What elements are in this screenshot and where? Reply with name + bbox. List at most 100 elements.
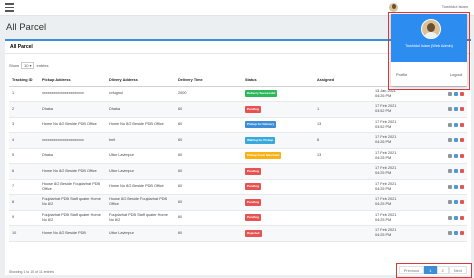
status-cell: Waiting for Pickup	[242, 132, 314, 149]
delivery-address-cell: Dhaka	[106, 101, 175, 118]
assigned-cell	[314, 86, 372, 102]
delivery-time-cell: 60	[175, 210, 242, 226]
delivery-address-cell: Uttor Lavimpur	[106, 225, 175, 242]
view-icon[interactable]	[448, 215, 452, 220]
highlight-box-dropdown	[388, 12, 470, 90]
tracking-id-cell: 2	[9, 101, 39, 118]
top-user-name[interactable]: Towhidul Islam	[442, 4, 468, 9]
delivery-time-cell: 2000	[175, 86, 242, 102]
delivery-address-cell: Home No 8/2 Beside PDB Office	[106, 117, 175, 133]
column-header[interactable]: Assigned	[314, 74, 372, 87]
delete-icon[interactable]	[460, 231, 464, 236]
column-header[interactable]: Dlivery Address	[106, 74, 175, 87]
view-icon[interactable]	[448, 231, 452, 236]
edit-icon[interactable]	[454, 169, 458, 174]
status-cell: Pending	[242, 179, 314, 195]
assigned-cell: 13	[314, 148, 372, 164]
column-header[interactable]: Tracking ID	[9, 74, 39, 87]
actions-cell	[408, 225, 467, 242]
status-badge: Pending	[245, 198, 261, 206]
pickup-address-cell: Home No 8/2 Beside PDB	[39, 225, 106, 242]
delivery-time-cell: 60	[175, 101, 242, 118]
edit-icon[interactable]	[454, 184, 458, 189]
tracking-id-cell: 1	[9, 86, 39, 102]
delete-icon[interactable]	[460, 91, 464, 96]
actions-cell	[408, 179, 467, 195]
edit-icon[interactable]	[454, 91, 458, 96]
delete-icon[interactable]	[460, 122, 464, 127]
view-icon[interactable]	[448, 91, 452, 96]
delete-icon[interactable]	[460, 215, 464, 220]
view-icon[interactable]	[448, 122, 452, 127]
edit-icon[interactable]	[454, 138, 458, 143]
pickup-address-cell: Dhaka	[39, 101, 106, 118]
assigned-cell	[314, 179, 372, 195]
delete-icon[interactable]	[460, 169, 464, 174]
tracking-id-cell: 10	[9, 225, 39, 242]
status-badge: Pending	[245, 105, 261, 113]
status-badge: Pending	[245, 183, 261, 191]
pickup-address-cell: xxxxxxxxxxxxxxxxxxxxxx	[39, 86, 106, 102]
assigned-cell: 13	[314, 117, 372, 133]
table-row: 8 Foujdarhat PDB Staff quater Home No 8/2…	[9, 194, 467, 211]
table-row: 2 Dhaka Dhaka 60 Pending 1 17 Feb 2021 03:52 P…	[9, 101, 467, 118]
edit-icon[interactable]	[454, 122, 458, 127]
column-header[interactable]: Pickup Address	[39, 74, 106, 87]
actions-cell	[408, 117, 467, 133]
actions-cell	[408, 101, 467, 118]
status-cell: Delivery Successful	[242, 86, 314, 102]
view-icon[interactable]	[448, 200, 452, 205]
view-icon[interactable]	[448, 138, 452, 143]
highlight-box-pagination	[396, 263, 472, 278]
card-title: All Parcel	[10, 44, 33, 50]
view-icon[interactable]	[448, 153, 452, 158]
date-cell: 17 Feb 2021 04:25 PM	[372, 194, 408, 211]
delete-icon[interactable]	[460, 153, 464, 158]
edit-icon[interactable]	[454, 153, 458, 158]
edit-icon[interactable]	[454, 215, 458, 220]
delivery-address-cell: cvlugnui	[106, 86, 175, 102]
actions-cell	[408, 148, 467, 164]
date-cell: 17 Feb 2021 04:25 PM	[372, 179, 408, 195]
actions-cell	[408, 132, 467, 149]
delivery-address-cell: Home No 8/2 Beside PDB Office	[106, 179, 175, 195]
status-badge: Pickup for Delivery	[245, 121, 277, 129]
entries-value: 10	[24, 63, 29, 68]
delivery-time-cell: 60	[175, 117, 242, 133]
status-badge: Waiting for Pickup	[245, 136, 276, 144]
view-icon[interactable]	[448, 169, 452, 174]
status-cell: Pickup From Merchant	[242, 148, 314, 164]
edit-icon[interactable]	[454, 107, 458, 112]
assigned-cell	[314, 210, 372, 226]
delete-icon[interactable]	[460, 138, 464, 143]
edit-icon[interactable]	[454, 231, 458, 236]
edit-icon[interactable]	[454, 200, 458, 205]
delivery-address-cell: bnlt	[106, 132, 175, 149]
delivery-time-cell: 60	[175, 179, 242, 195]
pickup-address-cell: Foujdarhat PDB Staff quater Home No 8/2	[39, 210, 106, 226]
assigned-cell: 8	[314, 132, 372, 149]
view-icon[interactable]	[448, 107, 452, 112]
status-badge: Delivery Successful	[245, 90, 278, 98]
view-icon[interactable]	[448, 184, 452, 189]
delivery-time-cell: 60	[175, 132, 242, 149]
hamburger-icon[interactable]	[5, 3, 14, 12]
status-cell: Pending	[242, 194, 314, 211]
page-title: All Parcel	[6, 22, 47, 33]
delete-icon[interactable]	[460, 184, 464, 189]
assigned-cell: 1	[314, 101, 372, 118]
column-header[interactable]: Status	[242, 74, 314, 87]
table-row: 4 xxxxxxxxxxxxxxxxxxxxxx bnlt 60 Waiting for…	[9, 132, 467, 149]
entries-select[interactable]: 10 ▾	[21, 62, 35, 69]
show-entries: Show 10 ▾ entries	[9, 62, 49, 69]
show-label: Show	[9, 63, 20, 68]
table-row: 10 Home No 8/2 Beside PDB Uttor Lavimpur 60…	[9, 225, 467, 242]
delete-icon[interactable]	[460, 107, 464, 112]
column-header[interactable]: Delivery Time	[175, 74, 242, 87]
status-badge: Rejected	[245, 229, 262, 237]
assigned-cell	[314, 163, 372, 180]
parcel-table: Tracking ID Pickup Address Dlivery Addre…	[9, 74, 467, 242]
pickup-address-cell: xxxxxxxxxxxxxxxxxxxxxx	[39, 132, 106, 149]
delete-icon[interactable]	[460, 200, 464, 205]
date-cell: 17 Feb 2021 04:25 PM	[372, 210, 408, 226]
